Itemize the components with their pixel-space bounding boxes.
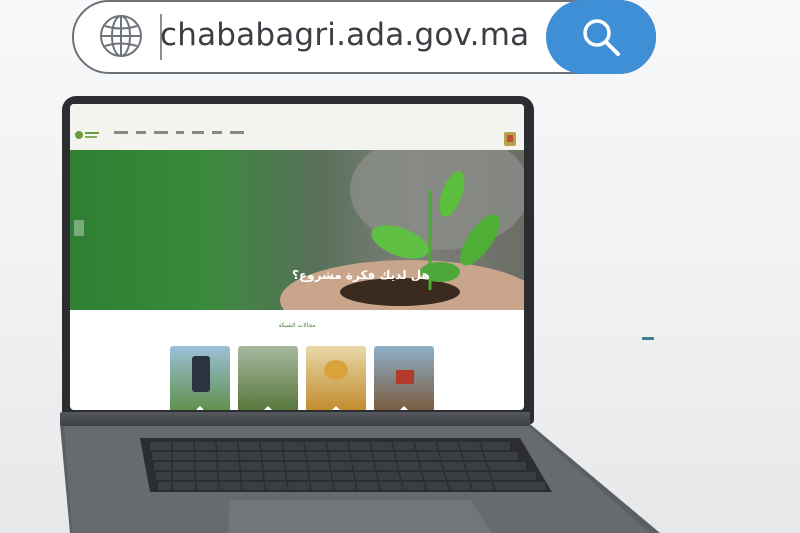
- card-tractor[interactable]: [374, 346, 434, 410]
- site-nav[interactable]: [114, 131, 244, 134]
- card-phone-in-field[interactable]: [170, 346, 230, 410]
- card-list: [170, 346, 434, 410]
- magnifier-icon: [583, 19, 620, 56]
- laptop-hinge: [60, 412, 530, 426]
- hero-banner: هل لديك فكرة مشروع؟: [70, 150, 524, 310]
- hero-image: [280, 150, 524, 310]
- section-title: مجالات الشبكة: [278, 322, 316, 329]
- laptop-lid: هل لديك فكرة مشروع؟ مجالات الشبكة: [62, 96, 534, 424]
- crest-icon: [504, 132, 516, 146]
- laptop-screen: هل لديك فكرة مشروع؟ مجالات الشبكة: [70, 104, 524, 410]
- url-text[interactable]: chababagri.ada.gov.ma: [160, 17, 529, 53]
- decorative-mark: [642, 337, 654, 340]
- card-honey-jar[interactable]: [306, 346, 366, 410]
- address-bar[interactable]: chababagri.ada.gov.ma: [72, 0, 656, 74]
- hero-prev-arrow[interactable]: [74, 220, 84, 236]
- site-logo-icon: [75, 131, 99, 139]
- site-header: [70, 104, 524, 150]
- hero-slogan: هل لديك فكرة مشروع؟: [292, 268, 430, 282]
- card-farmers-in-field[interactable]: [238, 346, 298, 410]
- search-button[interactable]: [546, 0, 656, 74]
- globe-icon: [100, 15, 142, 57]
